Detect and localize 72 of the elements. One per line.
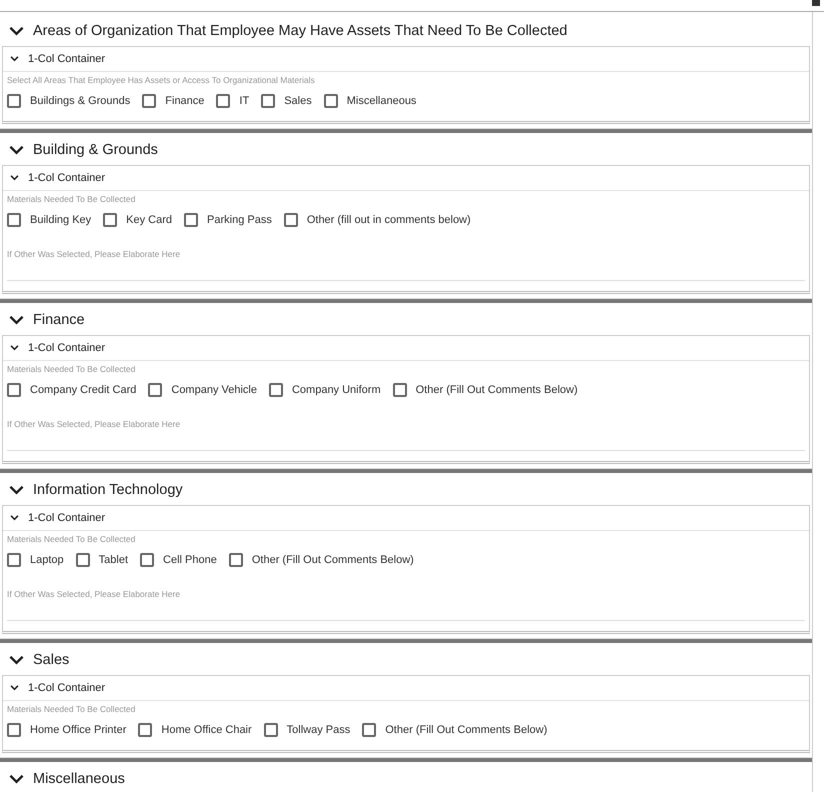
field-label: Materials Needed To Be Collected bbox=[7, 363, 136, 375]
checkbox-label: Company Vehicle bbox=[171, 384, 257, 396]
checkbox[interactable] bbox=[392, 383, 407, 397]
container-title: 1-Col Container bbox=[28, 682, 106, 694]
section-title: Building & Grounds bbox=[33, 142, 158, 158]
checkbox-label: Home Office Chair bbox=[161, 724, 252, 736]
checkbox[interactable] bbox=[284, 213, 298, 227]
chevron-down-icon[interactable] bbox=[10, 685, 19, 691]
checkbox[interactable] bbox=[76, 553, 90, 567]
checkbox-label: Company Uniform bbox=[292, 384, 381, 396]
checkbox-label: IT bbox=[239, 95, 250, 107]
checkbox-label: Other (Fill Out Comments Below) bbox=[385, 724, 548, 736]
checkbox[interactable] bbox=[7, 94, 21, 108]
field-label: If Other Was Selected, Please Elaborate Here bbox=[7, 248, 182, 260]
checkbox-label: Parking Pass bbox=[207, 214, 272, 226]
section-title: Sales bbox=[33, 652, 70, 668]
checkbox[interactable] bbox=[324, 94, 338, 108]
chevron-down-icon[interactable] bbox=[9, 655, 24, 665]
checkbox-label: Tollway Pass bbox=[286, 724, 350, 736]
chevron-down-icon[interactable] bbox=[9, 145, 24, 155]
chevron-down-icon[interactable] bbox=[10, 175, 19, 181]
section-title: Finance bbox=[33, 312, 85, 328]
chevron-down-icon[interactable] bbox=[10, 515, 19, 521]
checkbox-label: Laptop bbox=[30, 554, 64, 566]
checkbox-label: Tablet bbox=[98, 554, 128, 566]
checkbox[interactable] bbox=[228, 553, 243, 567]
checkbox-label: Company Credit Card bbox=[30, 384, 136, 396]
checkbox-label: Cell Phone bbox=[163, 554, 217, 566]
container-title: 1-Col Container bbox=[28, 172, 106, 184]
section-title: Areas of Organization That Employee May Have Assets That Need To Be Collected bbox=[33, 23, 568, 39]
checkbox-label: Home Office Printer bbox=[30, 724, 126, 736]
checkbox[interactable] bbox=[268, 383, 283, 397]
checkbox[interactable] bbox=[140, 553, 154, 567]
chevron-down-icon[interactable] bbox=[9, 485, 24, 495]
checkbox-label: Building Key bbox=[30, 214, 92, 226]
chevron-down-icon[interactable] bbox=[10, 56, 19, 62]
field-label: Materials Needed To Be Collected bbox=[7, 703, 136, 715]
checkbox-label: Sales bbox=[284, 95, 312, 107]
checkbox-label: Other (Fill Out Comments Below) bbox=[416, 384, 578, 396]
checkbox[interactable] bbox=[7, 723, 21, 737]
checkbox[interactable] bbox=[184, 213, 198, 227]
checkbox-label: Finance bbox=[165, 95, 204, 107]
container-title: 1-Col Container bbox=[28, 512, 106, 524]
container-title: 1-Col Container bbox=[28, 53, 106, 65]
checkbox[interactable] bbox=[216, 94, 230, 108]
checkbox[interactable] bbox=[362, 723, 376, 737]
field-label: Select All Areas That Employee Has Assets or Access To Organizational Materials bbox=[7, 74, 316, 86]
checkbox-label: Buildings & Grounds bbox=[30, 95, 130, 107]
field-label: Materials Needed To Be Collected bbox=[7, 533, 136, 545]
field-label: If Other Was Selected, Please Elaborate Here bbox=[7, 418, 182, 430]
checkbox[interactable] bbox=[103, 213, 118, 227]
chevron-down-icon[interactable] bbox=[9, 315, 24, 325]
checkbox[interactable] bbox=[142, 94, 156, 108]
checkbox[interactable] bbox=[148, 383, 162, 397]
checkbox-label: Other (Fill Out Comments Below) bbox=[252, 554, 414, 566]
checkbox[interactable] bbox=[138, 723, 152, 737]
container-title: 1-Col Container bbox=[28, 342, 106, 354]
checkbox-label: Other (fill out in comments below) bbox=[306, 214, 471, 226]
chevron-down-icon[interactable] bbox=[10, 345, 19, 351]
checkbox[interactable] bbox=[7, 213, 21, 227]
section-title: Miscellaneous bbox=[33, 771, 125, 787]
chevron-down-icon[interactable] bbox=[9, 774, 24, 784]
section-title: Information Technology bbox=[33, 482, 183, 498]
checkbox-label: Miscellaneous bbox=[346, 95, 416, 107]
checkbox[interactable] bbox=[7, 383, 21, 397]
field-label: Materials Needed To Be Collected bbox=[7, 193, 136, 205]
chevron-down-icon[interactable] bbox=[9, 26, 24, 36]
checkbox-label: Key Card bbox=[126, 214, 172, 226]
field-label: If Other Was Selected, Please Elaborate Here bbox=[7, 588, 182, 600]
checkbox[interactable] bbox=[7, 553, 21, 567]
checkbox[interactable] bbox=[264, 723, 278, 737]
checkbox[interactable] bbox=[261, 94, 276, 108]
